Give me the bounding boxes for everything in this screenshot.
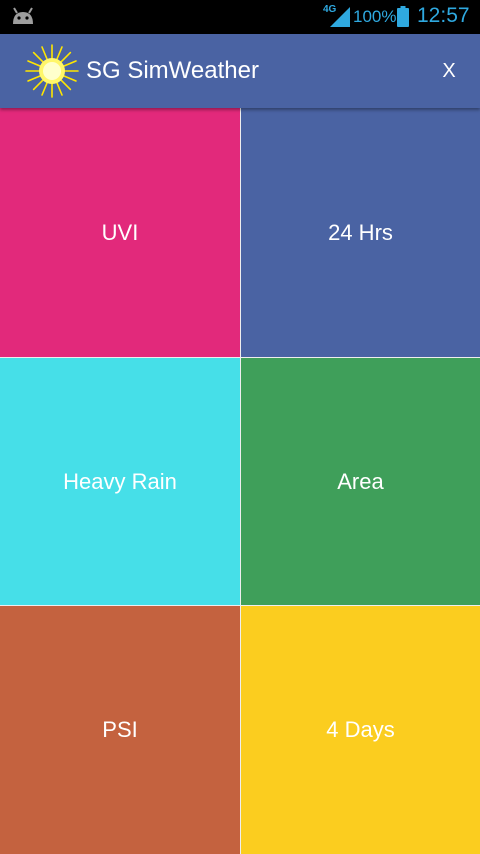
tile-heavy-rain[interactable]: Heavy Rain (0, 358, 240, 605)
tile-uvi-label: UVI (101, 219, 139, 245)
sun-icon (25, 44, 79, 98)
status-clock: 12:57 (417, 4, 470, 27)
tile-uvi[interactable]: UVI (0, 108, 240, 357)
tile-grid: UVI 24 Hrs Heavy Rain Area PSI 4 Days (0, 108, 480, 854)
tile-4-days-label: 4 Days (326, 717, 395, 742)
tile-24-hrs-label: 24 Hrs (328, 219, 393, 245)
status-bar: 4G 100% 12:57 (0, 0, 480, 34)
tile-psi[interactable]: PSI (0, 606, 240, 854)
battery-percent: 100% (353, 7, 397, 26)
android-icon (13, 7, 33, 24)
tile-area[interactable]: Area (241, 358, 480, 605)
battery-icon (397, 6, 409, 27)
tile-area-label: Area (337, 468, 384, 494)
tile-4-days[interactable]: 4 Days (241, 606, 480, 854)
signal-icon (330, 7, 350, 27)
app-bar: SG SimWeather X (0, 34, 480, 108)
tile-24-hrs[interactable]: 24 Hrs (241, 108, 480, 357)
tile-psi-label: PSI (102, 717, 138, 742)
app-title: SG SimWeather (86, 57, 259, 84)
close-button[interactable]: X (430, 54, 468, 88)
tile-heavy-rain-label: Heavy Rain (63, 468, 177, 494)
